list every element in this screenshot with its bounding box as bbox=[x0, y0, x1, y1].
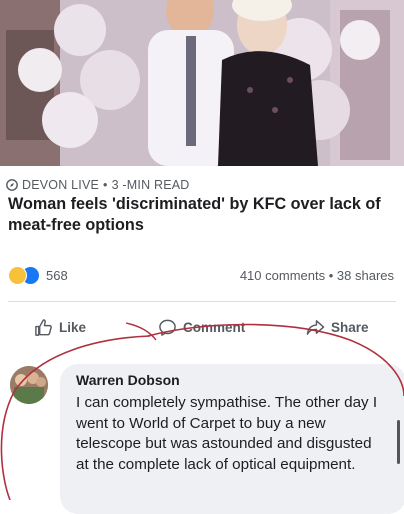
comment-text: I can completely sympathise. The other d… bbox=[76, 394, 378, 473]
article-photo[interactable] bbox=[0, 0, 404, 166]
comment-author[interactable]: Warren Dobson bbox=[76, 372, 180, 388]
commenter-avatar[interactable] bbox=[10, 366, 48, 404]
share-button[interactable]: Share bbox=[306, 318, 369, 337]
comment-button[interactable]: Comment bbox=[158, 318, 245, 337]
haha-reaction-icon bbox=[8, 266, 27, 285]
reaction-count: 568 bbox=[46, 268, 68, 283]
reactions-summary[interactable]: 568 bbox=[8, 266, 68, 285]
compass-icon bbox=[6, 179, 18, 191]
share-arrow-icon bbox=[306, 320, 325, 335]
comment-label: Comment bbox=[183, 320, 246, 335]
avatar-image bbox=[10, 366, 48, 404]
share-label: Share bbox=[331, 320, 369, 335]
stats-separator: • bbox=[328, 268, 334, 283]
meta-separator: • bbox=[103, 178, 108, 192]
comment-icon bbox=[159, 319, 176, 336]
like-button[interactable]: Like bbox=[34, 318, 86, 337]
photo-image bbox=[0, 0, 404, 166]
article-source-line: DEVON LIVE • 3 -MIN READ bbox=[6, 178, 190, 192]
like-label: Like bbox=[59, 320, 87, 335]
comments-count[interactable]: 410 comments bbox=[240, 268, 325, 283]
source-name: DEVON LIVE bbox=[22, 178, 100, 192]
thumbs-up-icon bbox=[35, 319, 52, 336]
read-time: 3 -MIN READ bbox=[111, 178, 190, 192]
article-headline[interactable]: Woman feels 'discriminated' by KFC over … bbox=[8, 194, 398, 236]
engagement-stats: 410 comments • 38 shares bbox=[240, 268, 394, 283]
scrollbar-thumb[interactable] bbox=[397, 420, 400, 464]
divider bbox=[8, 301, 396, 302]
shares-count[interactable]: 38 shares bbox=[337, 268, 394, 283]
